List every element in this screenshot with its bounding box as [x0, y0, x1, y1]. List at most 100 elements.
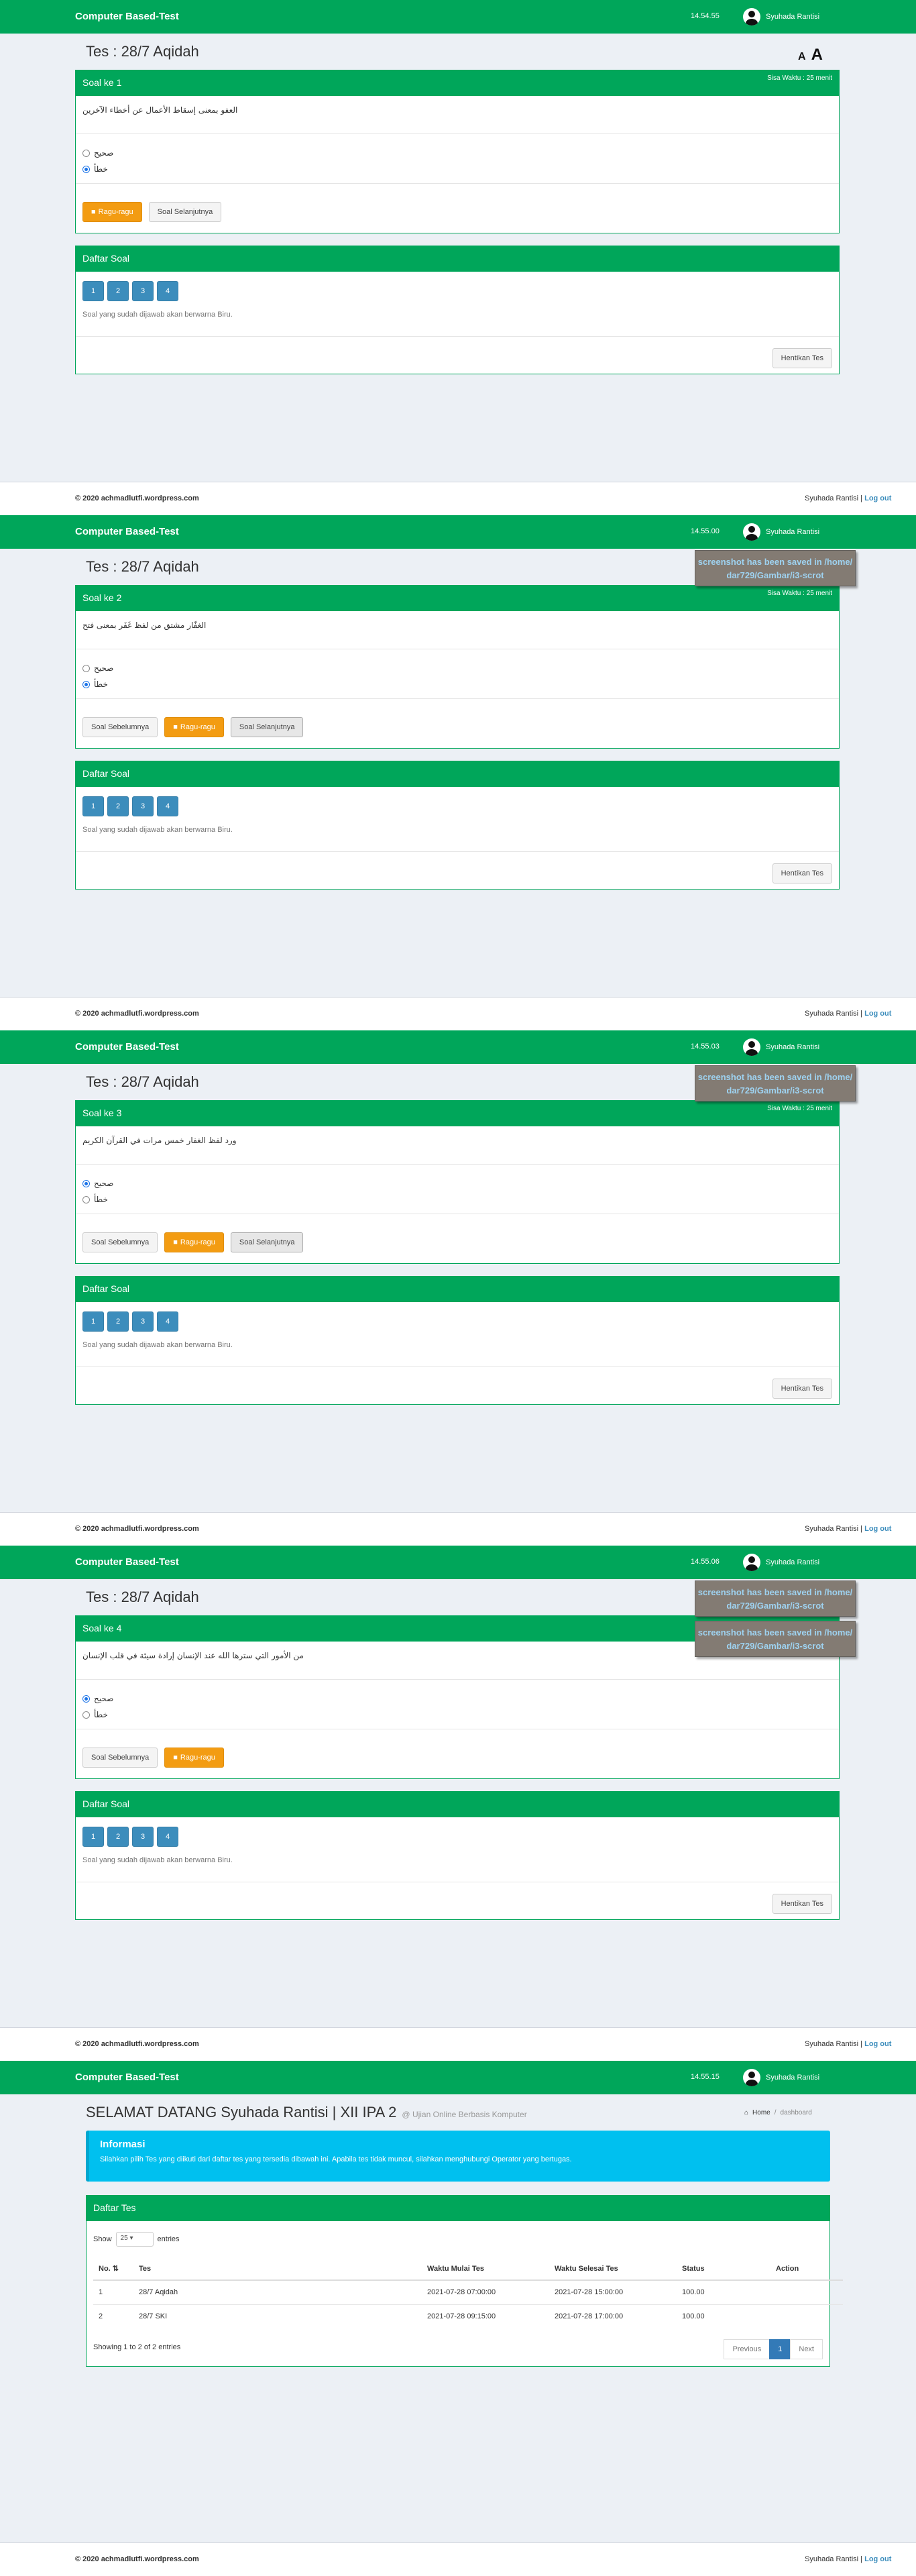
brand[interactable]: Computer Based-Test: [75, 1041, 179, 1053]
logout-link[interactable]: Log out: [864, 2040, 891, 2048]
divider: [76, 851, 839, 852]
doubt-icon: ■: [173, 1754, 178, 1762]
next-button[interactable]: Soal Selanjutnya: [148, 202, 222, 222]
question-number-button[interactable]: 1: [82, 796, 104, 816]
divider: [76, 183, 839, 184]
question-number-button[interactable]: 3: [132, 281, 154, 301]
column-header[interactable]: Action: [770, 2257, 843, 2281]
radio-b[interactable]: [82, 1711, 90, 1719]
previous-page-button[interactable]: Previous: [724, 2339, 770, 2359]
stop-test-button[interactable]: Hentikan Tes: [772, 1379, 832, 1399]
logout-link[interactable]: Log out: [864, 494, 891, 502]
question-text: ورد لفظ الغفار خمس مرات في القرآن الكريم: [82, 1136, 237, 1145]
question-list-title: Daftar Soal: [82, 1799, 130, 1809]
callout-title: Informasi: [100, 2139, 146, 2150]
radio-b[interactable]: [82, 1195, 90, 1203]
copyright: © 2020 achmadlutfi.wordpress.com: [75, 1010, 199, 1018]
question-number-button[interactable]: 4: [157, 1311, 178, 1332]
radio-b[interactable]: [82, 680, 90, 688]
answered-note: Soal yang sudah dijawab akan berwarna Bi…: [82, 1341, 233, 1349]
exam-screen-1: Computer Based-Test 14.54.55 Syuhada Ran…: [0, 0, 916, 515]
question-number-button[interactable]: 2: [107, 796, 129, 816]
option-b[interactable]: خطأ: [82, 1195, 108, 1204]
question-number: Soal ke 4: [82, 1623, 122, 1633]
previous-button[interactable]: Soal Sebelumnya: [82, 717, 158, 737]
user-menu[interactable]: Syuhada Rantisi: [743, 523, 819, 541]
doubt-button[interactable]: ■ Ragu-ragu: [164, 1232, 224, 1252]
user-menu[interactable]: Syuhada Rantisi: [743, 2069, 819, 2086]
stop-test-button[interactable]: Hentikan Tes: [772, 1894, 832, 1914]
table-row: 1 28/7 Aqidah 2021-07-28 07:00:00 2021-0…: [93, 2279, 843, 2304]
font-increase-button[interactable]: A: [811, 46, 823, 64]
clock: 14.55.06: [691, 1558, 720, 1566]
logout-link[interactable]: Log out: [864, 2555, 891, 2563]
question-number-button[interactable]: 1: [82, 281, 104, 301]
divider: [76, 1164, 839, 1165]
question-number-button[interactable]: 4: [157, 796, 178, 816]
column-header[interactable]: No. ⇅: [93, 2257, 133, 2281]
next-button[interactable]: Soal Selanjutnya: [230, 717, 304, 737]
doubt-button[interactable]: ■ Ragu-ragu: [164, 1748, 224, 1768]
user-menu[interactable]: Syuhada Rantisi: [743, 1038, 819, 1056]
divider: [76, 336, 839, 337]
brand[interactable]: Computer Based-Test: [75, 1556, 179, 1568]
doubt-button[interactable]: ■ Ragu-ragu: [164, 717, 224, 737]
column-header[interactable]: Status: [677, 2257, 770, 2281]
stop-test-button[interactable]: Hentikan Tes: [772, 863, 832, 883]
question-number-button[interactable]: 2: [107, 281, 129, 301]
entries-select[interactable]: 25 ▾: [115, 2232, 154, 2247]
user-menu[interactable]: Syuhada Rantisi: [743, 8, 819, 25]
logout-link[interactable]: Log out: [864, 1010, 891, 1018]
radio-a[interactable]: [82, 1695, 90, 1703]
question-number-button[interactable]: 4: [157, 1827, 178, 1847]
next-page-button[interactable]: Next: [790, 2339, 823, 2359]
brand[interactable]: Computer Based-Test: [75, 11, 179, 22]
footer: © 2020 achmadlutfi.wordpress.com Syuhada…: [0, 482, 916, 515]
time-remaining: Sisa Waktu : 25 menit: [767, 74, 832, 82]
font-decrease-button[interactable]: A: [798, 51, 806, 62]
question-number-button[interactable]: 2: [107, 1827, 129, 1847]
stop-test-button[interactable]: Hentikan Tes: [772, 348, 832, 368]
logout-link[interactable]: Log out: [864, 1525, 891, 1533]
welcome-title: SELAMAT DATANG Syuhada Rantisi | XII IPA…: [86, 2104, 527, 2121]
question-number-button[interactable]: 2: [107, 1311, 129, 1332]
question-text: العفو بمعنى إسقاط الأعمال عن أخطاء الآخر…: [82, 105, 238, 115]
option-a[interactable]: صحيح: [82, 1179, 113, 1188]
dashboard-screen: Computer Based-Test 14.55.15 Syuhada Ran…: [0, 2061, 916, 2576]
column-header[interactable]: Waktu Selesai Tes: [549, 2257, 677, 2281]
brand[interactable]: Computer Based-Test: [75, 526, 179, 537]
question-number-button[interactable]: 3: [132, 1827, 154, 1847]
chevron-down-icon: ▾: [129, 2235, 133, 2242]
navbar: Computer Based-Test 14.54.55 Syuhada Ran…: [0, 0, 916, 34]
option-b[interactable]: خطأ: [82, 164, 108, 174]
radio-a[interactable]: [82, 1179, 90, 1187]
radio-a[interactable]: [82, 664, 90, 672]
time-remaining: Sisa Waktu : 25 menit: [767, 1105, 832, 1112]
column-header[interactable]: Tes: [133, 2257, 422, 2281]
question-number-button[interactable]: 1: [82, 1827, 104, 1847]
question-number-button[interactable]: 4: [157, 281, 178, 301]
option-b[interactable]: خطأ: [82, 680, 108, 689]
brand[interactable]: Computer Based-Test: [75, 2072, 179, 2083]
previous-button[interactable]: Soal Sebelumnya: [82, 1232, 158, 1252]
doubt-button[interactable]: ■ Ragu-ragu: [82, 202, 142, 222]
page-1-button[interactable]: 1: [769, 2339, 791, 2359]
user-menu[interactable]: Syuhada Rantisi: [743, 1554, 819, 1571]
option-a[interactable]: صحيح: [82, 148, 113, 158]
next-button[interactable]: Soal Selanjutnya: [230, 1232, 304, 1252]
radio-b[interactable]: [82, 165, 90, 173]
answered-note: Soal yang sudah dijawab akan berwarna Bi…: [82, 311, 233, 319]
option-a[interactable]: صحيح: [82, 1694, 113, 1703]
option-a[interactable]: صحيح: [82, 663, 113, 673]
question-list-box: Daftar Soal 1 2 3 4 Soal yang sudah dija…: [75, 761, 840, 890]
question-number-button[interactable]: 3: [132, 1311, 154, 1332]
question-number: Soal ke 1: [82, 77, 122, 88]
question-number-button[interactable]: 1: [82, 1311, 104, 1332]
previous-button[interactable]: Soal Sebelumnya: [82, 1748, 158, 1768]
radio-a[interactable]: [82, 149, 90, 157]
option-b[interactable]: خطأ: [82, 1710, 108, 1719]
question-number-button[interactable]: 3: [132, 796, 154, 816]
column-header[interactable]: Waktu Mulai Tes: [422, 2257, 549, 2281]
breadcrumb-home[interactable]: Home: [752, 2109, 770, 2116]
divider: [76, 1679, 839, 1680]
